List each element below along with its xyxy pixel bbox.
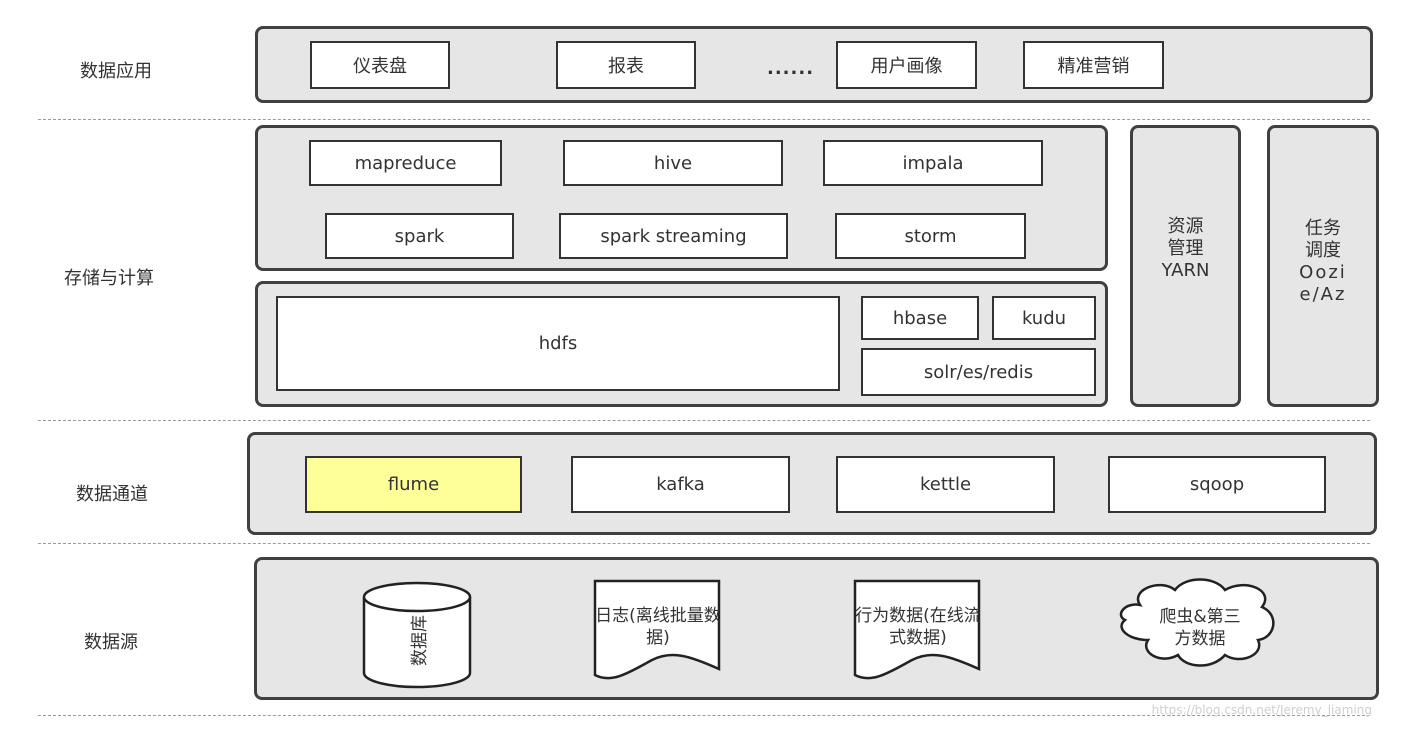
scheduler-line: 调度	[1305, 240, 1341, 261]
behavior-line: 式数据)	[889, 628, 947, 648]
storage-hbase[interactable]: hbase	[861, 296, 979, 340]
app-item-report[interactable]: 报表	[556, 41, 696, 89]
log-source-label: 日志(离线批量数 据)	[583, 605, 733, 649]
separator-line	[38, 420, 1370, 421]
storage-hdfs[interactable]: hdfs	[276, 296, 840, 391]
app-item-user-profile[interactable]: 用户画像	[836, 41, 977, 89]
log-line: 据)	[646, 628, 670, 648]
layer-label-application: 数据应用	[80, 61, 152, 82]
layer-label-source: 数据源	[84, 632, 138, 653]
database-label: 数据库	[409, 614, 430, 666]
watermark: https://blog.csdn.net/Jeremy_liaming	[1151, 703, 1372, 717]
resource-management-label: 资源 管理 YARN	[1130, 216, 1241, 282]
crawler-line: 方数据	[1174, 629, 1226, 649]
resource-line: 资源	[1167, 216, 1204, 237]
crawler-source-label: 爬虫&第三 方数据	[1130, 606, 1270, 650]
log-line: 日志(离线批量数	[595, 606, 721, 626]
separator-line	[38, 543, 1370, 544]
scheduler-line: Oozi	[1299, 262, 1347, 283]
scheduler-label: 任务 调度 Oozi e/Az	[1267, 218, 1379, 306]
behavior-source-label: 行为数据(在线流 式数据)	[843, 605, 993, 649]
compute-impala[interactable]: impala	[823, 140, 1043, 186]
app-item-dashboard[interactable]: 仪表盘	[310, 41, 450, 89]
channel-kafka[interactable]: kafka	[571, 456, 790, 513]
separator-line	[38, 119, 1370, 120]
storage-solr-es-redis[interactable]: solr/es/redis	[861, 348, 1096, 396]
behavior-line: 行为数据(在线流	[855, 606, 981, 626]
app-ellipsis: ......	[767, 58, 815, 79]
crawler-line: 爬虫&第三	[1159, 607, 1241, 627]
scheduler-line: 任务	[1305, 218, 1341, 239]
resource-line: 管理	[1167, 238, 1204, 259]
compute-mapreduce[interactable]: mapreduce	[309, 140, 502, 186]
compute-spark-streaming[interactable]: spark streaming	[559, 213, 788, 259]
compute-hive[interactable]: hive	[563, 140, 783, 186]
channel-sqoop[interactable]: sqoop	[1108, 456, 1326, 513]
scheduler-line: e/Az	[1299, 284, 1347, 305]
compute-spark[interactable]: spark	[325, 213, 514, 259]
channel-flume[interactable]: flume	[305, 456, 522, 513]
app-item-precision-marketing[interactable]: 精准营销	[1023, 41, 1164, 89]
layer-label-channel: 数据通道	[76, 484, 148, 505]
channel-kettle[interactable]: kettle	[836, 456, 1055, 513]
storage-kudu[interactable]: kudu	[992, 296, 1096, 340]
compute-storm[interactable]: storm	[835, 213, 1026, 259]
resource-line: YARN	[1161, 260, 1210, 281]
layer-label-storage-compute: 存储与计算	[64, 268, 154, 289]
database-label-wrap: 数据库	[405, 605, 430, 675]
